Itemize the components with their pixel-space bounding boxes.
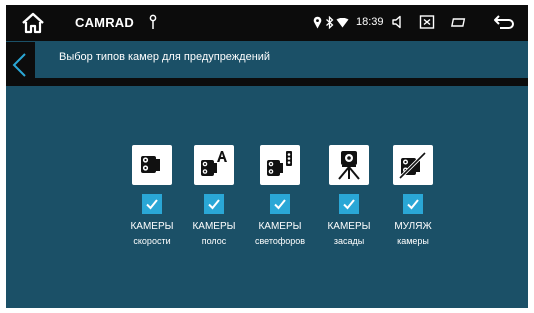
camera-checkbox[interactable] [142, 194, 162, 214]
camera-sublabel: полос [201, 236, 227, 246]
wifi-icon [336, 18, 349, 28]
camera-option-traffic-light[interactable]: КАМЕРЫ светофоров [245, 145, 315, 265]
traffic-light-camera-icon [267, 151, 292, 176]
camera-option-speed[interactable]: КАМЕРЫ скорости [117, 145, 187, 265]
clock: 18:39 [356, 16, 384, 28]
usb-icon [149, 14, 157, 29]
camera-type-tile[interactable] [393, 145, 433, 185]
bluetooth-icon [326, 16, 334, 29]
app-name: CAMRAD [75, 15, 134, 30]
location-icon [313, 16, 322, 29]
camera-checkbox[interactable] [270, 194, 290, 214]
camera-label: КАМЕРЫ [192, 221, 236, 232]
lane-camera-icon [201, 151, 227, 176]
checkmark-icon [343, 199, 355, 210]
speed-camera-icon [141, 156, 160, 173]
chevron-left-icon [12, 53, 26, 77]
camera-label: КАМЕРЫ [130, 221, 174, 232]
camera-sublabel: засады [333, 236, 365, 246]
ambush-camera-icon [338, 151, 360, 180]
camera-checkbox[interactable] [403, 194, 423, 214]
checkmark-icon [407, 199, 419, 210]
camera-label: КАМЕРЫ [258, 221, 302, 232]
volume-icon[interactable] [391, 15, 405, 29]
back-button[interactable] [6, 42, 35, 86]
status-bar: CAMRAD 18:39 [6, 5, 528, 41]
home-icon[interactable] [20, 11, 46, 35]
camera-sublabel: светофоров [254, 236, 306, 246]
checkmark-icon [208, 199, 220, 210]
camera-checkbox[interactable] [204, 194, 224, 214]
checkmark-icon [274, 199, 286, 210]
camera-checkbox[interactable] [339, 194, 359, 214]
screen: CAMRAD 18:39 Выбор типов камер для преду… [6, 5, 528, 308]
camera-type-tile[interactable] [194, 145, 234, 185]
dummy-camera-icon [398, 151, 427, 180]
header-divider [35, 78, 528, 86]
camera-type-tile[interactable] [260, 145, 300, 185]
screenshot-icon[interactable] [419, 14, 435, 30]
page-title: Выбор типов камер для предупреждений [59, 51, 271, 63]
camera-option-lane[interactable]: КАМЕРЫ полос [179, 145, 249, 265]
window-icon[interactable] [451, 16, 467, 29]
camera-sublabel: камеры [397, 236, 429, 246]
camera-label: КАМЕРЫ [327, 221, 371, 232]
camera-type-tile[interactable] [329, 145, 369, 185]
checkmark-icon [146, 199, 158, 210]
camera-type-tile[interactable] [132, 145, 172, 185]
camera-option-ambush[interactable]: КАМЕРЫ засады [314, 145, 384, 265]
camera-sublabel: скорости [133, 236, 171, 246]
camera-option-dummy[interactable]: МУЛЯЖ камеры [378, 145, 448, 265]
camera-label: МУЛЯЖ [394, 221, 432, 232]
back-icon[interactable] [493, 13, 515, 31]
